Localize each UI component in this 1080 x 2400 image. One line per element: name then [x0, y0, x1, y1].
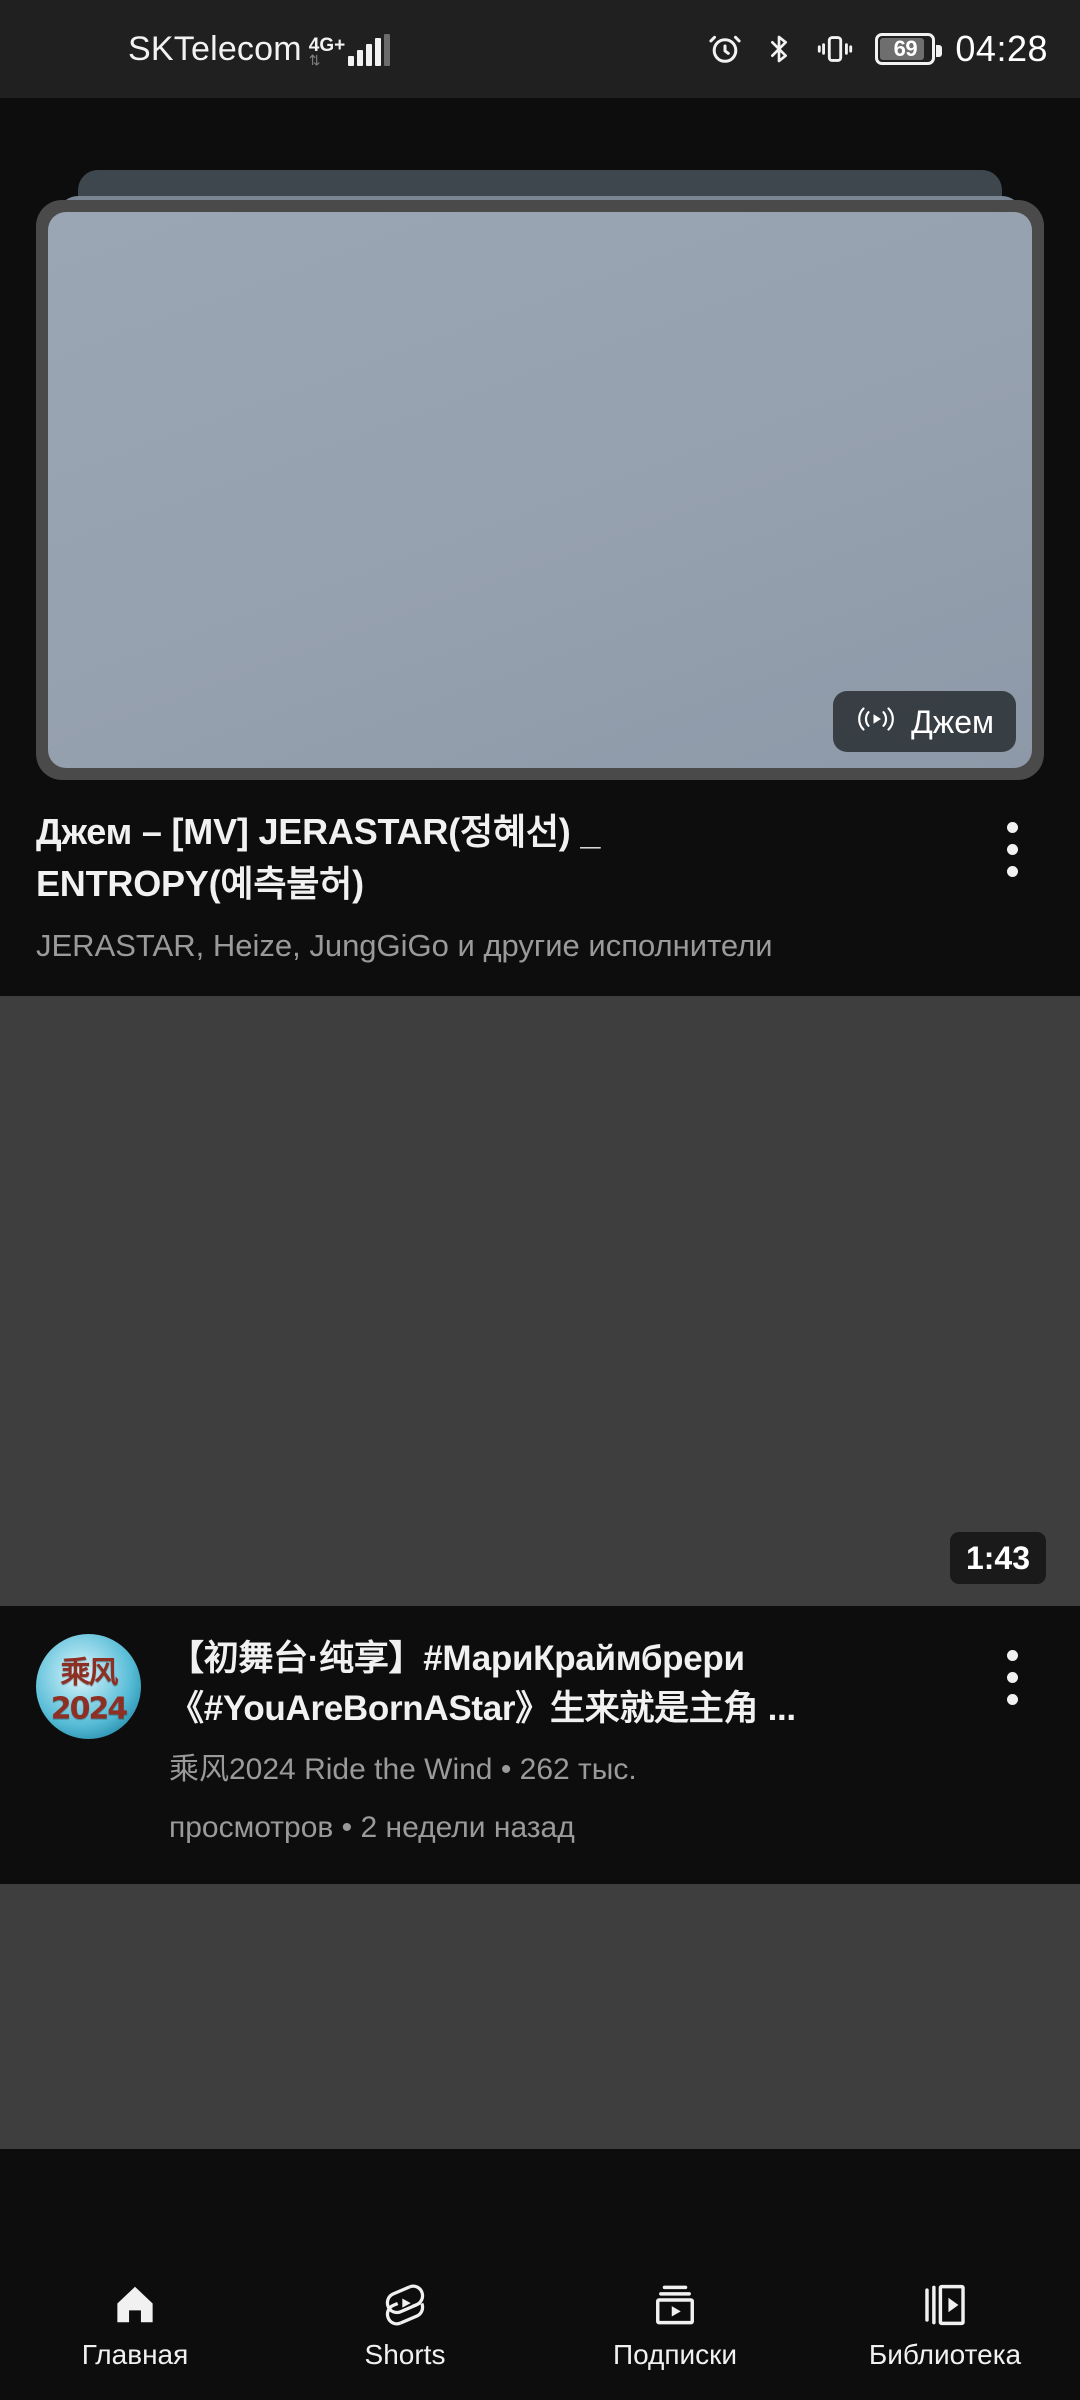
data-transfer-arrows-icon: ⇅ [308, 52, 321, 68]
featured-video-subtitle: JERASTAR, Heize, JungGiGo и другие испол… [36, 928, 773, 963]
video-duration-badge: 1:43 [949, 1532, 1046, 1584]
feed-content: Джем Джем – [MV] JERASTAR(정혜선) _ ENTROPY… [0, 98, 1080, 2400]
signal-bars-icon [348, 34, 391, 66]
status-bar-left: SKTelecom 4G+ ⇅ [128, 30, 391, 68]
featured-kebab-menu-icon[interactable] [980, 806, 1044, 968]
nav-label-home: Главная [81, 2339, 189, 2370]
broadcast-play-icon [855, 704, 897, 739]
bottom-navigation-bar: Главная Shorts Подписки Библиотека [0, 2267, 1080, 2400]
cast-badge-label: Джем [911, 703, 994, 740]
stacked-thumbnail[interactable]: Джем [36, 170, 1044, 780]
video-list-item[interactable]: 乘风2024 【初舞台·纯享】#МариКраймбрери 《#YouAreB… [0, 1606, 1080, 1884]
nav-label-shorts: Shorts [364, 2339, 446, 2370]
video-thumbnail-placeholder[interactable]: Джем [48, 212, 1032, 768]
vibrate-icon [815, 31, 855, 67]
status-bar: SKTelecom 4G+ ⇅ 69 04:28 [0, 0, 1080, 98]
library-icon [922, 2281, 968, 2329]
nav-item-library[interactable]: Библиотека [810, 2281, 1080, 2369]
nav-item-shorts[interactable]: Shorts [270, 2281, 540, 2369]
feed-loading-placeholder [0, 1884, 1080, 2149]
channel-avatar-glyph: 乘风2024 [50, 1655, 129, 1726]
video-meta-line-2: просмотров • 2 недели назад [169, 1811, 575, 1844]
subscriptions-icon [652, 2281, 698, 2329]
nav-label-subscriptions: Подписки [612, 2339, 738, 2370]
video-title-line-1[interactable]: 【初舞台·纯享】#МариКраймбрери [169, 1634, 972, 1684]
featured-video-text: Джем – [MV] JERASTAR(정혜선) _ ENTROPY(예측불허… [36, 806, 980, 968]
bluetooth-icon [763, 31, 795, 67]
channel-avatar[interactable]: 乘风2024 [36, 1634, 141, 1739]
featured-video-meta: Джем – [MV] JERASTAR(정혜선) _ ENTROPY(예측불허… [0, 780, 1080, 968]
network-indicator: 4G+ ⇅ [308, 36, 345, 68]
home-icon [112, 2281, 158, 2329]
status-bar-right: 69 04:28 [707, 31, 1048, 67]
video-thumbnail-loading-placeholder[interactable]: 1:43 [0, 996, 1080, 1606]
featured-video-title-line-2[interactable]: ENTROPY(예측불허) [36, 858, 956, 910]
battery-level-label: 69 [893, 36, 918, 61]
carrier-label: SKTelecom [128, 30, 302, 68]
cast-badge[interactable]: Джем [833, 691, 1016, 752]
nav-item-subscriptions[interactable]: Подписки [540, 2281, 810, 2369]
phone-screen: SKTelecom 4G+ ⇅ 69 04:28 Джем Джем – [MV… [0, 0, 1080, 2400]
video-kebab-menu-icon[interactable] [980, 1634, 1044, 1850]
video-list-item-text: 【初舞台·纯享】#МариКраймбрери 《#YouAreBornASta… [141, 1634, 980, 1850]
featured-video-title-line-1[interactable]: Джем – [MV] JERASTAR(정혜선) _ [36, 806, 956, 858]
nav-label-library: Библиотека [868, 2339, 1022, 2370]
alarm-clock-icon [707, 31, 743, 67]
video-meta-line-1: 乘风2024 Ride the Wind • 262 тыс. [169, 1753, 637, 1786]
clock-label: 04:28 [955, 28, 1048, 69]
thumbnail-frame[interactable]: Джем [36, 200, 1044, 780]
nav-item-home[interactable]: Главная [0, 2281, 270, 2369]
battery-icon: 69 [875, 33, 943, 65]
featured-video-card[interactable]: Джем Джем – [MV] JERASTAR(정혜선) _ ENTROPY… [0, 170, 1080, 996]
shorts-icon [382, 2281, 428, 2329]
video-title-line-2[interactable]: 《#YouAreBornAStar》生来就是主角 ... [169, 1684, 972, 1734]
